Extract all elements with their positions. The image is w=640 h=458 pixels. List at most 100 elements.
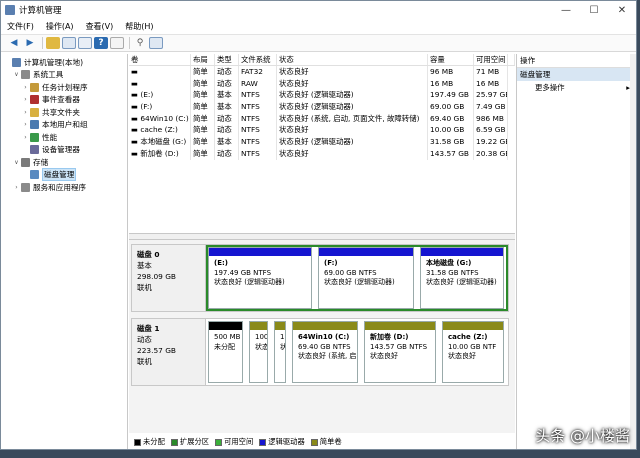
table-cell: 状态良好 (逻辑驱动器): [277, 101, 428, 113]
table-cell: ▬ cache (Z:): [129, 124, 191, 137]
table-cell: 动态: [215, 66, 239, 78]
column-header[interactable]: 类型: [215, 54, 239, 65]
refresh-icon[interactable]: [110, 37, 124, 49]
tree-node-icon: [30, 132, 39, 142]
column-header[interactable]: 文件系统: [239, 54, 277, 65]
table-cell: 71 MB: [474, 66, 508, 78]
tree-node-label: 本地用户和组: [42, 120, 88, 130]
table-cell: NTFS: [239, 112, 277, 125]
back-arrow-icon[interactable]: ◀: [7, 37, 21, 49]
table-row[interactable]: ▬ 简单 动态 FAT32 状态良好 96 MB 71 MB: [129, 66, 515, 78]
tree-node[interactable]: 计算机管理(本地): [1, 56, 127, 69]
table-row[interactable]: ▬ (F:) 简单 基本 NTFS 状态良好 (逻辑驱动器) 69.00 GB 7.49 G…: [129, 101, 515, 113]
expand-chevron-icon[interactable]: ›: [21, 96, 30, 103]
table-cell: 25.97 GB: [476, 89, 508, 102]
partition-status: 状态良好: [370, 352, 398, 360]
table-cell: ▬ 64Win10 (C:): [129, 112, 191, 125]
partition[interactable]: (F:) 69.00 GB NTFS 状态良好 (逻辑驱动器): [318, 247, 414, 309]
tree-node[interactable]: › 事件查看器: [1, 94, 127, 107]
disk-type: 基本: [137, 261, 152, 270]
table-cell: 简单: [191, 77, 215, 90]
table-row[interactable]: ▬ 64Win10 (C:) 简单 动态 NTFS 状态良好 (系统, 启动, 页面文件…: [129, 112, 515, 125]
expand-chevron-icon[interactable]: ›: [21, 121, 30, 128]
table-row[interactable]: ▬ 简单 动态 RAW 状态良好 16 MB 16 MB: [129, 77, 515, 90]
column-header[interactable]: 容量: [428, 54, 474, 65]
partition-body: 16 状态: [275, 333, 285, 352]
tree-node[interactable]: 设备管理器: [1, 144, 127, 157]
toolbar: ◀ ▶ ? ⚲: [1, 35, 636, 52]
forward-arrow-icon[interactable]: ▶: [23, 37, 37, 49]
column-header[interactable]: 布局: [191, 54, 215, 65]
tree-node[interactable]: › 本地用户和组: [1, 119, 127, 132]
table-row[interactable]: ▬ 本地磁盘 (G:) 简单 基本 NTFS 状态良好 (逻辑驱动器) 31.58 GB 1…: [129, 136, 515, 148]
up-folder-icon[interactable]: [46, 37, 60, 49]
partition[interactable]: cache (Z:) 10.00 GB NTF 状态良好: [442, 321, 504, 383]
minimize-button[interactable]: —: [552, 1, 580, 19]
help-icon[interactable]: ?: [94, 37, 108, 49]
column-header[interactable]: 状态: [277, 54, 428, 65]
actions-scrollbar[interactable]: [630, 54, 636, 449]
disk-type: 动态: [137, 335, 152, 344]
tree-node[interactable]: › 服务和应用程序: [1, 181, 127, 194]
table-row[interactable]: ▬ 新加卷 (D:) 简单 动态 NTFS 状态良好 143.57 GB 20.38 GB: [129, 147, 515, 160]
partition[interactable]: 100 M状态良: [249, 321, 268, 383]
show-hide-tree-icon[interactable]: [62, 37, 76, 49]
expand-chevron-icon[interactable]: ›: [21, 134, 30, 141]
close-button[interactable]: ✕: [608, 1, 636, 19]
tree-node-label: 事件查看器: [42, 95, 80, 105]
expand-chevron-icon[interactable]: ›: [12, 184, 21, 191]
column-header[interactable]: [508, 54, 515, 65]
tree-node[interactable]: ∨ 系统工具: [1, 69, 127, 82]
expand-chevron-icon[interactable]: ›: [21, 84, 30, 91]
expand-chevron-icon[interactable]: ∨: [12, 71, 21, 78]
table-cell: 69.00 GB: [428, 101, 474, 113]
legend-label: 逻辑驱动器: [268, 437, 305, 446]
more-actions-item[interactable]: 更多操作 ▸: [517, 81, 636, 94]
table-cell: 简单: [191, 89, 215, 102]
table-row[interactable]: ▬ cache (Z:) 简单 动态 NTFS 状态良好 10.00 GB 6.59 GB: [129, 124, 515, 137]
partition[interactable]: (E:) 197.49 GB NTFS 状态良好 (逻辑驱动器): [208, 247, 312, 309]
partition[interactable]: 本地磁盘 (G:) 31.58 GB NTFS 状态良好 (逻辑驱动器): [420, 247, 504, 309]
actions-section-disk-management[interactable]: 磁盘管理: [517, 68, 636, 81]
disk-size: 223.57 GB: [137, 346, 177, 355]
expand-chevron-icon[interactable]: ∨: [12, 159, 21, 166]
properties-icon[interactable]: [78, 37, 92, 49]
partition-status: 状态良好 (逻辑驱动器): [426, 278, 497, 286]
table-cell: NTFS: [239, 147, 277, 160]
legend-label: 简单卷: [319, 437, 342, 446]
tree-node-icon: [30, 145, 39, 155]
partition[interactable]: 64Win10 (C:) 69.40 GB NTFS 状态良好 (系统, 启: [292, 321, 358, 383]
partition-name: 64Win10 (C:): [298, 333, 350, 341]
tree-node[interactable]: ∨ 存储: [1, 156, 127, 169]
menu-action[interactable]: 操作(A): [46, 21, 74, 32]
column-header[interactable]: 可用空间: [474, 54, 508, 65]
table-cell: 动态: [215, 124, 239, 137]
disk-info[interactable]: 磁盘 1 动态 223.57 GB 联机: [132, 319, 206, 385]
tree-node[interactable]: › 任务计划程序: [1, 81, 127, 94]
view-icon[interactable]: [149, 37, 163, 49]
tree-node-icon: [30, 95, 39, 105]
table-row[interactable]: ▬ (E:) 简单 基本 NTFS 状态良好 (逻辑驱动器) 197.49 GB 25.97…: [129, 89, 515, 102]
partition[interactable]: 16 状态: [274, 321, 286, 383]
column-header[interactable]: 卷: [129, 54, 191, 65]
expand-chevron-icon[interactable]: ›: [21, 109, 30, 116]
partition-status: 状态: [280, 343, 285, 353]
tree-node[interactable]: 磁盘管理: [1, 168, 127, 182]
more-actions-label: 更多操作: [535, 83, 565, 92]
table-cell: 简单: [191, 136, 215, 148]
menu-help[interactable]: 帮助(H): [125, 21, 153, 32]
table-cell: 16 MB: [474, 77, 508, 90]
maximize-button[interactable]: ☐: [580, 1, 608, 19]
menu-view[interactable]: 查看(V): [86, 21, 114, 32]
partition[interactable]: 新加卷 (D:) 143.57 GB NTFS 状态良好: [364, 321, 436, 383]
connect-icon[interactable]: ⚲: [133, 37, 147, 49]
tree-node[interactable]: › 性能: [1, 131, 127, 144]
tree-node[interactable]: › 共享文件夹: [1, 106, 127, 119]
partition-name: (F:): [324, 259, 338, 267]
partition-size: 69.40 GB NTFS: [298, 342, 351, 351]
partition[interactable]: 500 MB 未分配: [208, 321, 243, 383]
menu-file[interactable]: 文件(F): [7, 21, 34, 32]
tree-node-label: 共享文件夹: [42, 107, 80, 117]
table-cell: 197.49 GB: [428, 89, 474, 102]
disk-info[interactable]: 磁盘 0 基本 298.09 GB 联机: [132, 245, 206, 311]
